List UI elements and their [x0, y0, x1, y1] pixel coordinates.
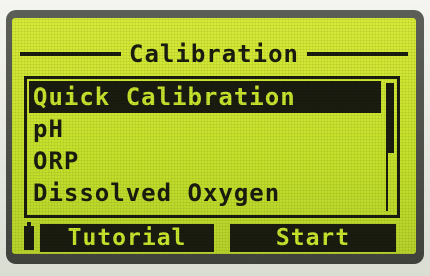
menu-scrollbar[interactable]	[386, 83, 394, 211]
title-rule-left	[20, 52, 122, 56]
menu-item-quick-calibration[interactable]: Quick Calibration	[29, 81, 381, 113]
title-row: Calibration	[20, 40, 409, 68]
scrollbar-thumb[interactable]	[388, 83, 394, 153]
menu-item-dissolved-oxygen[interactable]: Dissolved Oxygen	[29, 177, 381, 209]
menu-item-orp[interactable]: ORP	[29, 145, 381, 177]
calibration-menu: Quick Calibration pH ORP Dissolved Oxyge…	[24, 76, 400, 218]
device-body: Calibration Quick Calibration pH ORP Dis…	[0, 0, 430, 276]
softkey-bar: Tutorial Start	[24, 222, 400, 252]
menu-item-ph[interactable]: pH	[29, 113, 381, 145]
lcd-screen: Calibration Quick Calibration pH ORP Dis…	[12, 18, 416, 254]
title-rule-right	[306, 52, 409, 56]
page-title: Calibration	[129, 40, 299, 68]
start-softkey[interactable]: Start	[230, 224, 396, 252]
menu-list: Quick Calibration pH ORP Dissolved Oxyge…	[29, 81, 381, 209]
battery-icon	[24, 222, 34, 250]
tutorial-softkey[interactable]: Tutorial	[40, 224, 214, 252]
